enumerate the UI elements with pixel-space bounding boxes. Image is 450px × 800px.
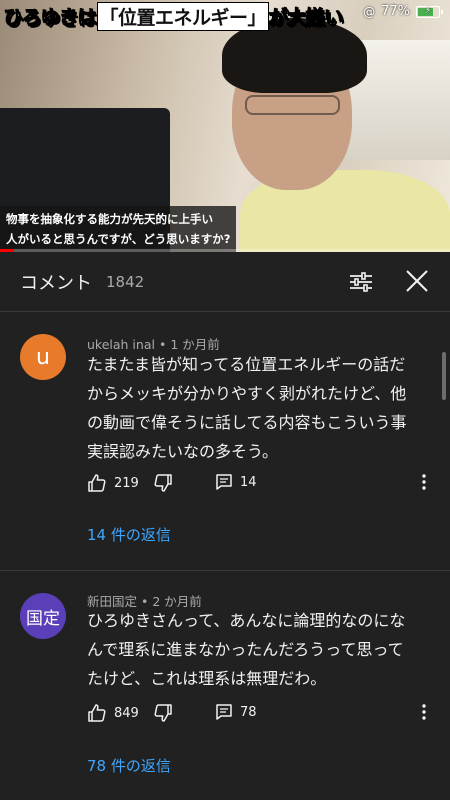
reply-button[interactable]: 14 (215, 473, 257, 491)
like-button[interactable]: 849 (87, 703, 139, 723)
avatar-letter: 国定 (26, 608, 60, 629)
dislike-button[interactable] (153, 703, 173, 723)
comment-line: たけど、これは理系は無理だわ。 (87, 669, 327, 688)
reply-count: 14 (240, 474, 257, 490)
reply-count: 78 (240, 704, 257, 720)
comment-line: からメッキが分かりやすく剥がれたけど、他 (87, 384, 407, 403)
comment-line: んで理系に進まなかったんだろうって思って (87, 640, 404, 659)
sort-filter-icon[interactable] (348, 270, 374, 294)
like-count: 219 (114, 475, 139, 491)
battery-percent: 77% (381, 4, 410, 19)
reply-button[interactable]: 78 (215, 703, 257, 721)
video-player[interactable]: ひろゆきは 「位置エネルギー」 が大嫌い @ 77% ⚡ 物事を抽象化する能力が… (0, 0, 450, 252)
like-count: 849 (114, 705, 139, 721)
thumbs-down-icon (153, 473, 173, 493)
like-button[interactable]: 219 (87, 473, 139, 493)
view-replies-link[interactable]: 78 件の返信 (87, 755, 171, 776)
comments-title: コメント (20, 272, 92, 294)
comment-divider (0, 570, 450, 571)
avatar[interactable]: 国定 (20, 593, 66, 639)
comment-actions: 849 78 (87, 703, 437, 727)
battery-icon: ⚡ (416, 5, 443, 18)
caption-line-2: 人がいると思うんですが、どう思いますか? (6, 232, 231, 246)
thumbs-up-icon (87, 473, 107, 493)
title-part-1: ひろゆきは (4, 7, 98, 30)
status-bar: @ 77% ⚡ (363, 4, 443, 19)
comments-scrollbar[interactable] (442, 352, 446, 400)
comment-line: の動画で偉そうに話してる内容もこういう事 (87, 413, 407, 432)
comments-count: 1842 (106, 272, 145, 291)
video-title-overlay: ひろゆきは 「位置エネルギー」 が大嫌い (4, 2, 345, 31)
thumbs-down-icon (153, 703, 173, 723)
close-icon[interactable] (404, 268, 430, 294)
title-part-2: 「位置エネルギー」 (96, 2, 270, 31)
charging-icon: ⚡ (424, 6, 432, 16)
comment-text: ひろゆきさんって、あんなに論理的なのにな んで理系に進まなかったんだろうって思っ… (87, 606, 427, 693)
title-part-3: が大嫌い (269, 7, 345, 30)
person-glasses (245, 95, 340, 115)
reply-icon (215, 703, 233, 721)
comment-line: 実誤認みたいなの多そう。 (87, 442, 279, 461)
avatar[interactable]: u (20, 334, 66, 380)
more-options-icon[interactable] (421, 473, 427, 491)
sync-icon: @ (363, 4, 376, 19)
avatar-letter: u (36, 344, 50, 370)
reply-icon (215, 473, 233, 491)
video-caption: 物事を抽象化する能力が先天的に上手い 人がいると思うんですが、どう思いますか? (0, 206, 237, 252)
comments-header: コメント 1842 (0, 252, 450, 312)
comment-line: ひろゆきさんって、あんなに論理的なのにな (87, 611, 406, 630)
view-replies-link[interactable]: 14 件の返信 (87, 524, 171, 545)
thumbs-up-icon (87, 703, 107, 723)
dislike-button[interactable] (153, 473, 173, 493)
caption-line-1: 物事を抽象化する能力が先天的に上手い (6, 212, 213, 226)
more-options-icon[interactable] (421, 703, 427, 721)
comment-text: たまたま皆が知ってる位置エネルギーの話だ からメッキが分かりやすく剥がれたけど、… (87, 350, 427, 466)
comment-actions: 219 14 (87, 473, 437, 497)
comment-line: たまたま皆が知ってる位置エネルギーの話だ (87, 355, 406, 374)
